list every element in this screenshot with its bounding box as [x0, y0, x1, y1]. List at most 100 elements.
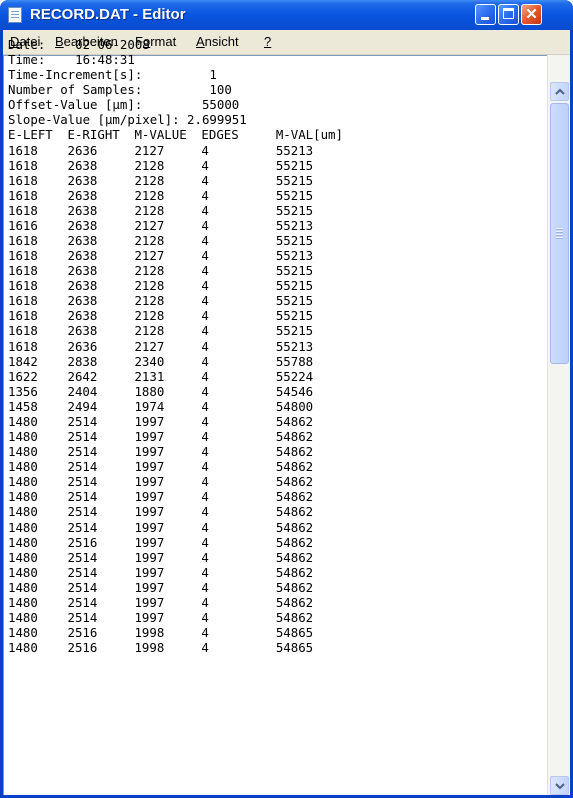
table-row: 1480 2516 1998 4 54865 — [8, 625, 350, 640]
maximize-button[interactable] — [498, 4, 519, 25]
table-cell: 4 — [201, 625, 209, 641]
chevron-down-icon — [555, 783, 565, 790]
table-cell: 4 — [201, 413, 209, 429]
table-row: 1480 2514 1997 4 54862 — [8, 550, 350, 565]
table-row: 1356 2404 1880 4 54546 — [8, 384, 350, 399]
table-cell: 2131 — [134, 368, 165, 384]
table-row: 1480 2514 1997 4 54862 — [8, 565, 350, 580]
table-cell: 2514 — [67, 474, 98, 490]
table-cell: 1480 — [8, 579, 38, 595]
table-cell: 1458 — [8, 398, 38, 414]
table-row: 1618 2638 2128 4 55215 — [8, 233, 350, 248]
table-cell: 4 — [201, 489, 209, 505]
table-cell: 1618 — [8, 157, 38, 173]
table-cell: 2638 — [67, 308, 98, 324]
table-cell: 55215 — [275, 293, 314, 309]
table-cell: 2638 — [67, 172, 98, 188]
table-cell: 4 — [201, 172, 209, 188]
table-row: 1458 2494 1974 4 54800 — [8, 399, 350, 414]
table-row: 1480 2516 1997 4 54862 — [8, 535, 350, 550]
table-row: 1842 2838 2340 4 55788 — [8, 354, 350, 369]
table-cell: 54862 — [275, 519, 314, 535]
table-cell: 54862 — [275, 594, 314, 610]
table-row: 1618 2638 2128 4 55215 — [8, 308, 350, 323]
table-cell: 1480 — [8, 534, 38, 550]
table-row: 1480 2514 1997 4 54862 — [8, 444, 350, 459]
table-cell: 2514 — [67, 413, 98, 429]
table-cell: 1356 — [8, 383, 38, 399]
table-cell: 4 — [201, 142, 209, 158]
table-cell: 54862 — [275, 444, 314, 460]
table-row: 1618 2638 2128 4 55215 — [8, 323, 350, 338]
table-cell: 1842 — [8, 353, 38, 369]
close-button[interactable]: ✕ — [521, 4, 542, 25]
table-cell: 54865 — [275, 625, 314, 641]
table-row: 1480 2514 1997 4 54862 — [8, 504, 350, 519]
table-row: 1616 2638 2127 4 55213 — [8, 218, 350, 233]
table-cell: 2636 — [67, 142, 98, 158]
column-header-line: E-LEFT E-RIGHT M-VALUE EDGES M-VAL[um] — [8, 127, 350, 142]
table-cell: 4 — [201, 202, 209, 218]
table-row: 1480 2514 1997 4 54862 — [8, 520, 350, 535]
table-cell: 2514 — [67, 429, 98, 445]
table-row: 1622 2642 2131 4 55224 — [8, 369, 350, 384]
scroll-grip — [556, 234, 563, 235]
chevron-up-icon — [555, 88, 565, 95]
scroll-up-button[interactable] — [550, 82, 569, 101]
table-cell: 1998 — [134, 625, 165, 641]
title-bar[interactable]: RECORD.DAT - Editor ✕ — [0, 0, 573, 30]
vertical-scrollbar[interactable] — [547, 55, 570, 798]
table-cell: 1480 — [8, 429, 38, 445]
table-cell: 1480 — [8, 489, 38, 505]
table-cell: 2638 — [67, 248, 98, 264]
notepad-icon[interactable] — [8, 7, 22, 23]
table-cell: 2128 — [134, 293, 165, 309]
table-cell: 55215 — [275, 172, 314, 188]
table-cell: 1480 — [8, 594, 38, 610]
table-cell: 4 — [201, 263, 209, 279]
table-cell: 1974 — [134, 398, 165, 414]
table-cell: 2514 — [67, 564, 98, 580]
table-cell: 55213 — [275, 338, 314, 354]
table-cell: 2127 — [134, 248, 165, 264]
table-cell: 55788 — [275, 353, 314, 369]
table-cell: 4 — [201, 534, 209, 550]
table-cell: 2516 — [67, 640, 98, 656]
table-cell: 1618 — [8, 338, 38, 354]
text-content[interactable]: Date: 02-06-2008 Time: 16:48:31 Time-Incre… — [8, 37, 350, 655]
table-cell: 54862 — [275, 489, 314, 505]
table-cell: 2638 — [67, 323, 98, 339]
table-cell: 2127 — [134, 338, 165, 354]
table-row: 1618 2638 2128 4 55215 — [8, 158, 350, 173]
table-cell: 1998 — [134, 640, 165, 656]
table-cell: 4 — [201, 549, 209, 565]
table-cell: 4 — [201, 579, 209, 595]
scroll-thumb[interactable] — [550, 103, 569, 364]
close-icon: ✕ — [525, 6, 538, 23]
table-cell: 1880 — [134, 383, 165, 399]
table-cell: 1480 — [8, 444, 38, 460]
table-cell: 2516 — [67, 534, 98, 550]
table-cell: 4 — [201, 278, 209, 294]
table-cell: 54546 — [275, 383, 314, 399]
table-cell: 2638 — [67, 233, 98, 249]
table-row: 1618 2638 2128 4 55215 — [8, 203, 350, 218]
column-header: M-VAL[um] — [275, 127, 343, 143]
table-cell: 1997 — [134, 594, 165, 610]
table-cell: 2128 — [134, 172, 165, 188]
table-cell: 55213 — [275, 248, 314, 264]
header-line: Time-Increment[s]: 1 — [8, 67, 217, 83]
minimize-button[interactable] — [475, 4, 496, 25]
table-cell: 2514 — [67, 504, 98, 520]
table-cell: 2128 — [134, 308, 165, 324]
table-cell: 1997 — [134, 444, 165, 460]
table-cell: 4 — [201, 157, 209, 173]
header-line: Number of Samples: 100 — [8, 82, 232, 98]
column-header: E-LEFT — [8, 127, 53, 143]
table-cell: 1480 — [8, 413, 38, 429]
scroll-down-button[interactable] — [550, 776, 569, 795]
table-cell: 1622 — [8, 368, 38, 384]
table-cell: 4 — [201, 338, 209, 354]
table-cell: 2127 — [134, 217, 165, 233]
window-title: RECORD.DAT - Editor — [30, 6, 186, 23]
